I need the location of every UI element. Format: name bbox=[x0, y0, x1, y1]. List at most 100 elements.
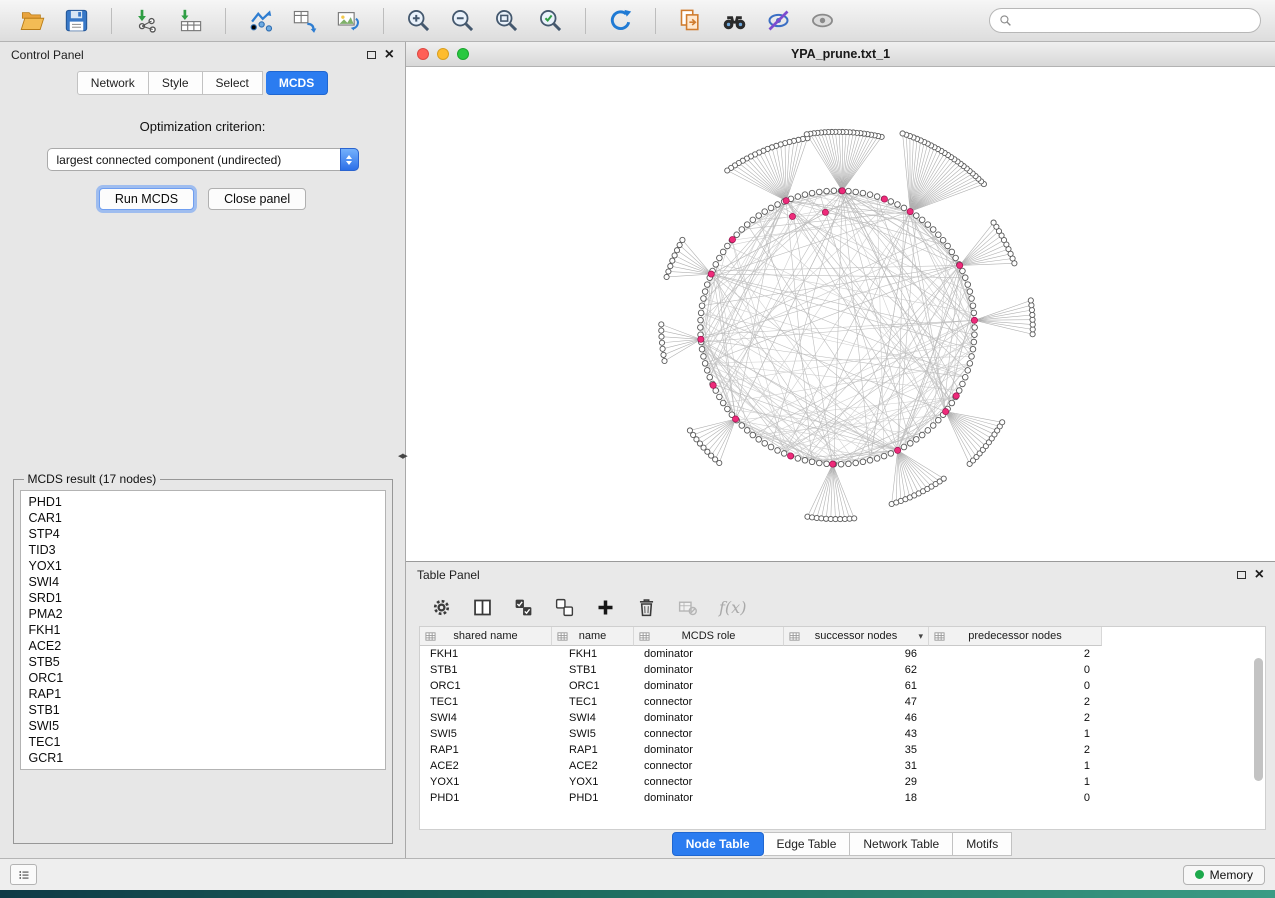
tab-edge-table[interactable]: Edge Table bbox=[764, 832, 851, 856]
memory-button[interactable]: Memory bbox=[1183, 865, 1265, 885]
search-input[interactable] bbox=[1018, 14, 1251, 28]
mcds-result-item[interactable]: PHD1 bbox=[21, 494, 385, 510]
mcds-result-item[interactable]: CAR1 bbox=[21, 510, 385, 526]
column-header-predecessor-nodes[interactable]: predecessor nodes bbox=[929, 627, 1102, 646]
tab-network[interactable]: Network bbox=[77, 71, 149, 95]
new-network-table-button[interactable] bbox=[286, 5, 323, 37]
table-cell: dominator bbox=[634, 790, 784, 806]
tab-network-table[interactable]: Network Table bbox=[850, 832, 953, 856]
close-panel-button[interactable]: Close panel bbox=[208, 188, 306, 210]
memory-label: Memory bbox=[1210, 868, 1253, 882]
fx-builder-button[interactable]: f(x) bbox=[719, 598, 746, 617]
tab-select[interactable]: Select bbox=[203, 71, 263, 95]
import-network-from-file-button[interactable] bbox=[128, 5, 165, 37]
table-row[interactable]: SWI4SWI4dominator462 bbox=[420, 710, 1265, 726]
hide-elements-button[interactable] bbox=[760, 5, 797, 37]
clone-network-button[interactable] bbox=[672, 5, 709, 37]
column-header-name[interactable]: name bbox=[552, 627, 634, 646]
float-table-panel-icon[interactable] bbox=[1237, 571, 1246, 579]
float-panel-icon[interactable] bbox=[367, 51, 376, 59]
close-table-panel-icon[interactable]: × bbox=[1255, 567, 1264, 583]
mcds-result-item[interactable]: ACE2 bbox=[21, 638, 385, 654]
network-titlebar[interactable]: YPA_prune.txt_1 bbox=[406, 42, 1275, 67]
share-network-button[interactable] bbox=[242, 5, 279, 37]
close-panel-icon[interactable]: × bbox=[385, 47, 394, 63]
table-cell: YOX1 bbox=[552, 774, 634, 790]
mcds-result-item[interactable]: SWI4 bbox=[21, 574, 385, 590]
zoom-fit-button[interactable] bbox=[488, 5, 525, 37]
open-file-button[interactable] bbox=[14, 5, 51, 37]
mcds-result-item[interactable]: TEC1 bbox=[21, 734, 385, 750]
import-table-from-file-button[interactable] bbox=[172, 5, 209, 37]
save-session-button[interactable] bbox=[58, 5, 95, 37]
export-image-button[interactable] bbox=[330, 5, 367, 37]
column-header-MCDS-role[interactable]: MCDS role bbox=[634, 627, 784, 646]
open-file-icon bbox=[19, 7, 46, 34]
add-column-icon bbox=[595, 597, 616, 618]
mcds-result-item[interactable]: SRD1 bbox=[21, 590, 385, 606]
zoom-in-button[interactable] bbox=[400, 5, 437, 37]
mcds-result-item[interactable]: STB5 bbox=[21, 654, 385, 670]
table-row[interactable]: TEC1TEC1connector472 bbox=[420, 694, 1265, 710]
toolbar-groups bbox=[14, 5, 841, 37]
table-cell: 31 bbox=[784, 758, 929, 774]
table-scrollbar-thumb[interactable] bbox=[1254, 658, 1263, 782]
toolbar-separator bbox=[111, 8, 112, 34]
table-cell: 47 bbox=[784, 694, 929, 710]
network-graph[interactable] bbox=[406, 67, 1275, 561]
column-header-shared-name[interactable]: shared name bbox=[420, 627, 552, 646]
add-column-button[interactable] bbox=[592, 594, 618, 620]
log-console-button[interactable] bbox=[10, 864, 37, 885]
mcds-result-item[interactable]: ORC1 bbox=[21, 670, 385, 686]
mcds-result-item[interactable]: YOX1 bbox=[21, 558, 385, 574]
show-columns-button[interactable] bbox=[469, 594, 495, 620]
mcds-result-item[interactable]: FKH1 bbox=[21, 622, 385, 638]
deselect-all-button[interactable] bbox=[551, 594, 577, 620]
table-row[interactable]: YOX1YOX1connector291 bbox=[420, 774, 1265, 790]
table-cell: 2 bbox=[929, 742, 1102, 758]
run-mcds-button[interactable]: Run MCDS bbox=[99, 188, 194, 210]
zoom-selected-icon bbox=[537, 7, 564, 34]
maximize-window-button[interactable] bbox=[457, 48, 469, 60]
show-elements-button[interactable] bbox=[804, 5, 841, 37]
mcds-result-item[interactable]: PMA2 bbox=[21, 606, 385, 622]
zoom-selected-button[interactable] bbox=[532, 5, 569, 37]
table-scrollbar[interactable] bbox=[1254, 649, 1263, 823]
table-cell: 1 bbox=[929, 774, 1102, 790]
select-all-button[interactable] bbox=[510, 594, 536, 620]
close-window-button[interactable] bbox=[417, 48, 429, 60]
refresh-network-button[interactable] bbox=[602, 5, 639, 37]
tab-motifs[interactable]: Motifs bbox=[953, 832, 1012, 856]
column-header-successor-nodes[interactable]: successor nodes▾ bbox=[784, 627, 929, 646]
tab-mcds[interactable]: MCDS bbox=[266, 71, 328, 95]
table-cell: dominator bbox=[634, 742, 784, 758]
search-box[interactable] bbox=[989, 8, 1261, 33]
table-cell: 96 bbox=[784, 646, 929, 662]
mcds-result-item[interactable]: RAP1 bbox=[21, 686, 385, 702]
mcds-result-item[interactable]: SWI5 bbox=[21, 718, 385, 734]
tab-style[interactable]: Style bbox=[149, 71, 203, 95]
delete-column-button[interactable] bbox=[633, 594, 659, 620]
table-row[interactable]: ACE2ACE2connector311 bbox=[420, 758, 1265, 774]
mcds-result-item[interactable]: STP4 bbox=[21, 526, 385, 542]
table-row[interactable]: SWI5SWI5connector431 bbox=[420, 726, 1265, 742]
mcds-result-item[interactable]: TID3 bbox=[21, 542, 385, 558]
tab-node-table[interactable]: Node Table bbox=[672, 832, 764, 856]
desktop-strip bbox=[0, 890, 1275, 898]
splitter-handle[interactable]: ◀▶ bbox=[398, 452, 407, 460]
mcds-result-item[interactable]: STB1 bbox=[21, 702, 385, 718]
table-row[interactable]: PHD1PHD1dominator180 bbox=[420, 790, 1265, 806]
mcds-result-item[interactable]: GCR1 bbox=[21, 750, 385, 766]
zoom-out-button[interactable] bbox=[444, 5, 481, 37]
table-cell: 0 bbox=[929, 790, 1102, 806]
table-settings-button[interactable] bbox=[428, 594, 454, 620]
network-canvas[interactable] bbox=[406, 67, 1275, 561]
minimize-window-button[interactable] bbox=[437, 48, 449, 60]
binoculars-find-button[interactable] bbox=[716, 5, 753, 37]
table-row[interactable]: ORC1ORC1dominator610 bbox=[420, 678, 1265, 694]
criterion-dropdown[interactable]: largest connected component (undirected) bbox=[47, 148, 359, 171]
table-row[interactable]: RAP1RAP1dominator352 bbox=[420, 742, 1265, 758]
column-menu-arrow-icon[interactable]: ▾ bbox=[918, 631, 923, 642]
table-row[interactable]: STB1STB1dominator620 bbox=[420, 662, 1265, 678]
table-row[interactable]: FKH1FKH1dominator962 bbox=[420, 646, 1265, 662]
